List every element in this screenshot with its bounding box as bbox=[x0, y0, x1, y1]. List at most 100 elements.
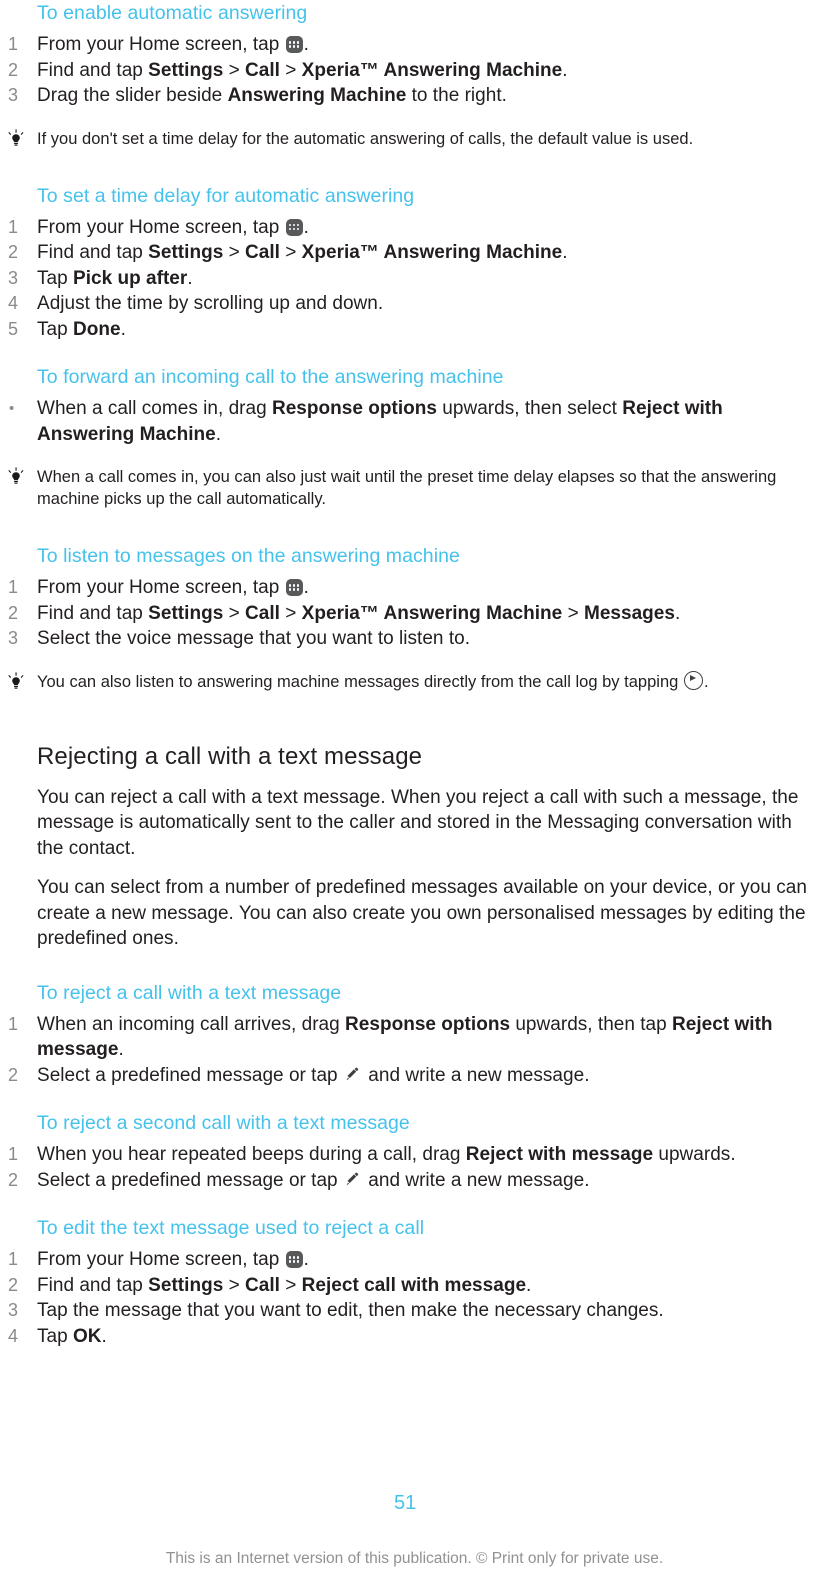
manual-page: To enable automatic answering From your … bbox=[0, 0, 829, 1590]
lightbulb-tip-icon bbox=[8, 671, 24, 689]
separator: > bbox=[223, 1274, 246, 1296]
steps-edit-text-message: From your Home screen, tap . Find and ta… bbox=[0, 1247, 819, 1349]
step-text-end: . bbox=[303, 1249, 309, 1270]
apps-drawer-icon bbox=[285, 579, 303, 596]
step-text-end: . bbox=[215, 423, 222, 445]
step-text: Select a predefined message or tap bbox=[37, 1064, 338, 1086]
step-text: Select a predefined message or tap bbox=[37, 1169, 338, 1191]
steps-set-time-delay: From your Home screen, tap . Find and ta… bbox=[0, 215, 819, 343]
step-text: Tap bbox=[37, 267, 73, 289]
step-item: Adjust the time by scrolling up and down… bbox=[8, 291, 819, 317]
step-item: From your Home screen, tap . bbox=[8, 215, 819, 241]
step-text-end: . bbox=[101, 1325, 107, 1347]
step-item: Tap the message that you want to edit, t… bbox=[8, 1298, 819, 1324]
step-text: When you hear repeated beeps during a ca… bbox=[37, 1144, 466, 1165]
step-item: Tap Done. bbox=[8, 317, 819, 343]
step-text: From your Home screen, tap bbox=[37, 577, 280, 598]
tip-default-time-delay: If you don't set a time delay for the au… bbox=[8, 128, 807, 150]
ui-label-xperia-answering-machine: Xperia™ Answering Machine bbox=[301, 602, 563, 624]
apps-drawer-icon bbox=[285, 36, 303, 53]
step-text-end: . bbox=[303, 34, 309, 55]
step-text-end: . bbox=[674, 602, 681, 624]
step-item: When an incoming call arrives, drag Resp… bbox=[8, 1012, 819, 1063]
step-text: From your Home screen, tap bbox=[37, 216, 280, 238]
ui-label-response-options: Response options bbox=[271, 398, 437, 419]
ui-label-done: Done bbox=[73, 318, 121, 340]
ui-label-call: Call bbox=[245, 59, 280, 81]
step-item: From your Home screen, tap . bbox=[8, 1247, 819, 1273]
step-item: Select the voice message that you want t… bbox=[8, 626, 819, 652]
step-text-end: . bbox=[120, 318, 126, 340]
page-number: 51 bbox=[394, 1492, 417, 1514]
tip-preset-time-delay: When a call comes in, you can also just … bbox=[8, 466, 807, 510]
ui-label-reject-with-message: Reject with message bbox=[465, 1144, 654, 1165]
ui-label-settings: Settings bbox=[148, 242, 224, 263]
tip-text: If you don't set a time delay for the au… bbox=[37, 129, 694, 148]
step-item: Drag the slider beside Answering Machine… bbox=[8, 83, 819, 109]
step-text: Find and tap bbox=[37, 1274, 149, 1296]
step-item: Find and tap Settings > Call > Xperia™ A… bbox=[8, 240, 819, 266]
step-text: Select the voice message that you want t… bbox=[37, 628, 471, 649]
lightbulb-tip-icon bbox=[8, 467, 24, 484]
step-text: Tap bbox=[37, 1325, 73, 1347]
step-text: Find and tap bbox=[37, 59, 149, 81]
step-item: Find and tap Settings > Call > Xperia™ A… bbox=[8, 58, 819, 84]
tip-text-end: . bbox=[703, 672, 709, 691]
play-circle-icon bbox=[683, 670, 703, 690]
steps-reject-call-with-text-message: When an incoming call arrives, drag Resp… bbox=[0, 1012, 819, 1089]
step-item: From your Home screen, tap . bbox=[8, 575, 819, 601]
paragraph-reject-overview: You can reject a call with a text messag… bbox=[37, 786, 799, 859]
step-item: Find and tap Settings > Call > Xperia™ A… bbox=[8, 601, 819, 627]
separator: > bbox=[223, 242, 246, 263]
step-item: Select a predefined message or tap and w… bbox=[8, 1168, 819, 1194]
tip-listen-from-call-log: You can also listen to answering machine… bbox=[8, 670, 807, 693]
step-text-end: to the right. bbox=[406, 85, 507, 106]
apps-drawer-icon bbox=[285, 1251, 303, 1268]
separator: > bbox=[279, 59, 302, 81]
step-text: upwards, then select bbox=[437, 398, 623, 419]
step-item: When a call comes in, drag Response opti… bbox=[9, 396, 819, 447]
heading-edit-text-message-used-to-reject-call: To edit the text message used to reject … bbox=[37, 1217, 425, 1239]
step-item: Find and tap Settings > Call > Reject ca… bbox=[8, 1273, 819, 1299]
ui-label-response-options: Response options bbox=[345, 1013, 511, 1035]
separator: > bbox=[279, 242, 302, 263]
step-text: Adjust the time by scrolling up and down… bbox=[37, 293, 384, 314]
separator: > bbox=[562, 602, 584, 624]
step-text-end: . bbox=[562, 242, 568, 263]
lightbulb-tip-icon bbox=[8, 128, 24, 146]
separator: > bbox=[223, 602, 246, 624]
steps-listen-to-messages: From your Home screen, tap . Find and ta… bbox=[0, 575, 819, 652]
step-item: Select a predefined message or tap and w… bbox=[8, 1063, 819, 1089]
ui-label-call: Call bbox=[245, 242, 280, 263]
step-text: When an incoming call arrives, drag bbox=[37, 1013, 346, 1035]
heading-reject-call-with-text-message: To reject a call with a text message bbox=[37, 981, 342, 1004]
step-item: When you hear repeated beeps during a ca… bbox=[8, 1142, 819, 1168]
step-item: Tap OK. bbox=[8, 1324, 819, 1350]
heading-listen-to-messages: To listen to messages on the answering m… bbox=[37, 545, 460, 567]
apps-drawer-icon bbox=[285, 218, 303, 236]
step-text-end: upwards. bbox=[653, 1144, 736, 1165]
separator: > bbox=[223, 59, 246, 81]
ui-label-call: Call bbox=[245, 1274, 280, 1296]
ui-label-settings: Settings bbox=[148, 59, 224, 81]
step-text-end: . bbox=[303, 577, 309, 598]
ui-label-pick-up-after: Pick up after bbox=[73, 267, 188, 289]
step-text: Drag the slider beside bbox=[37, 85, 228, 106]
step-item: Tap Pick up after. bbox=[8, 266, 819, 292]
step-text: Tap the message that you want to edit, t… bbox=[37, 1300, 664, 1321]
ui-label-xperia-answering-machine: Xperia™ Answering Machine bbox=[301, 59, 563, 81]
step-text-end: . bbox=[526, 1274, 532, 1296]
paragraph-predefined-messages: You can select from a number of predefin… bbox=[37, 877, 807, 949]
steps-enable-automatic-answering: From your Home screen, tap . Find and ta… bbox=[0, 32, 819, 109]
ui-label-ok: OK bbox=[73, 1325, 102, 1347]
heading-forward-incoming-call: To forward an incoming call to the answe… bbox=[37, 366, 504, 388]
step-text: When a call comes in, drag bbox=[37, 398, 272, 419]
ui-label-answering-machine: Answering Machine bbox=[227, 85, 407, 106]
ui-label-reject-call-with-message: Reject call with message bbox=[301, 1274, 527, 1296]
step-text: From your Home screen, tap bbox=[37, 34, 280, 55]
ui-label-call: Call bbox=[245, 602, 280, 624]
footer-copyright-note: This is an Internet version of this publ… bbox=[165, 1550, 664, 1567]
step-item: From your Home screen, tap . bbox=[8, 32, 819, 58]
heading-rejecting-a-call-with-text-message: Rejecting a call with a text message bbox=[37, 742, 423, 770]
heading-reject-second-call-with-text-message: To reject a second call with a text mess… bbox=[37, 1112, 410, 1134]
